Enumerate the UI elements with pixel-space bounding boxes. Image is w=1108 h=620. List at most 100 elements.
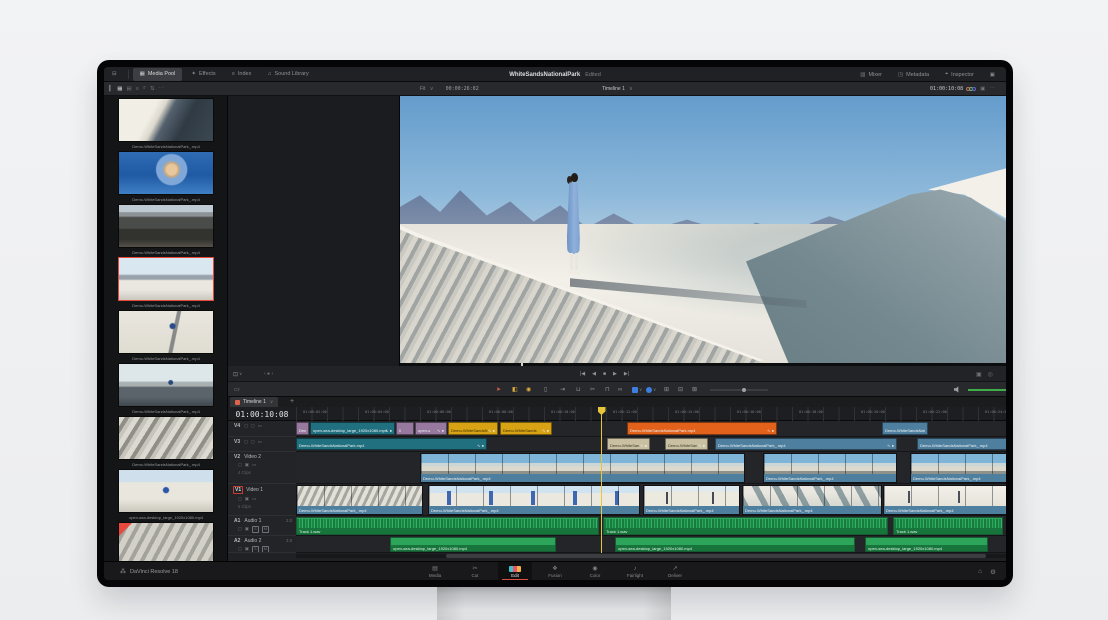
track-id-badge[interactable]: V2 [233,454,241,460]
auto-select-icon[interactable]: ◻ [251,423,255,429]
zoom-full-extent-icon[interactable]: ⊞ [664,382,669,397]
page-cut[interactable]: ✂Cut [458,562,492,580]
timeline-audio-clip[interactable]: Track 1.wav [296,517,599,535]
track-header-V2[interactable]: V2Video 2◻▣▭4 Clips [228,452,296,484]
media-pool-clip[interactable]: Demo-WhiteSandsNationalPark_.mp4 [118,363,214,414]
flag-marker-dropdown[interactable]: ∨ [632,382,642,397]
timeline-clip[interactable]: Demo-WhiteSandsNationalP [882,422,928,435]
track-id-badge[interactable]: V3 [233,439,241,445]
timeline-clip[interactable]: Demo-WhiteSandsN∿ ● [448,422,498,435]
mute-button[interactable]: M [262,526,269,533]
trim-edit-mode-tool[interactable]: ◧ [512,382,518,397]
timeline-audio-clip[interactable]: open-sea-desktop_large_1920x1080.mp4 [865,537,988,552]
media-clip-thumbnail-dunes-sel[interactable] [118,257,214,301]
lock-icon[interactable]: ◻ [244,423,248,429]
media-clip-thumbnail-portrait[interactable] [118,151,214,195]
track-lane-V1[interactable]: Demo-WhiteSandsNationalPark_.mp4∿ ●Demo-… [296,484,1006,516]
media-pool-clip[interactable]: Demo-WhiteSandsNationalPark_.mp4 [118,151,214,202]
loop-icon[interactable]: ◎ [988,371,993,378]
auto-select-icon[interactable]: ◻ [251,439,255,445]
marker-dropdown[interactable]: ∨ [646,382,656,397]
enable-video-icon[interactable]: ▭ [252,496,256,502]
razor-icon[interactable]: ✂ [590,382,595,397]
tab-panel-toggle[interactable]: ⊟ [105,68,124,81]
track-id-badge[interactable]: A1 [233,518,241,524]
media-clip-thumbnail-sunset-ridge[interactable] [118,363,214,407]
project-settings-gear-icon[interactable]: ⚙ [990,568,996,576]
tab-metadata[interactable]: ◳Metadata [891,68,936,81]
viewer-zoom-select[interactable]: Fit ∨ 00:00:26:02 [420,82,479,95]
stop-button[interactable]: ■ [603,371,606,377]
play-button[interactable]: ▶ [613,371,617,377]
blade-edit-mode-tool[interactable]: ▯ [544,382,547,397]
timeline-clip[interactable]: Demo-WhiteSandsNationalPark.mp4∿ ● [627,422,777,435]
timeline-video-clip[interactable]: Demo-WhiteSandsNationalPark_.mp4 [643,485,740,515]
timeline-audio-clip[interactable]: Track 1.wav [603,517,888,535]
track-lane-V4[interactable]: Demoopen-sea-desktop_large_1920x1080.mp4… [296,421,1006,437]
timeline-horizontal-scrollbar[interactable] [296,554,1006,558]
auto-select-icon[interactable]: ▣ [245,546,249,553]
tab-inspector[interactable]: ⌖Inspector [938,68,981,81]
timeline-video-clip[interactable]: Demo-WhiteSandsNationalPark_.mp4 [883,485,1006,515]
track-lane-V3[interactable]: Demo-WhiteSandsNationalPark.mp4∿ ● Demo-W… [296,437,1006,452]
timeline-video-clip[interactable]: Demo-WhiteSandsNationalPark_.mp4 [910,453,1006,483]
media-pool-clip[interactable]: Demo-WhiteSandsNationalPark_.mp4 [118,98,214,149]
lock-icon[interactable]: ◻ [238,526,242,533]
solo-button[interactable]: S [252,526,259,533]
track-header-A1[interactable]: A1Audio 1◻▣SM2.0 [228,516,296,536]
strip-view-icon[interactable]: ≡ [136,86,139,92]
track-id-badge[interactable]: A2 [233,538,241,544]
go-to-end-button[interactable]: ▶| [624,371,629,377]
timeline-clip[interactable]: open-sea-desktop_large_1920x1080.mp4∿ ● [310,422,395,435]
jog-control[interactable]: ‹ ● › [264,366,273,382]
lock-icon[interactable]: ◻ [238,546,242,553]
media-clip-thumbnail-walker-shadow[interactable] [118,310,214,354]
timeline-video-clip[interactable]: Demo-WhiteSandsNationalPark_.mp4 [742,485,882,515]
timeline-viewer[interactable] [400,96,1006,363]
page-media[interactable]: ▤Media [418,562,452,580]
tab-effects[interactable]: ✦Effects [184,68,222,81]
scrollbar-handle[interactable] [446,554,986,558]
search-icon[interactable]: ⌕ [143,85,146,92]
auto-select-icon[interactable]: ▣ [245,462,249,468]
clip-color-icon[interactable]: ▍ [109,86,113,92]
auto-select-icon[interactable]: ▣ [245,526,249,533]
media-pool-clip[interactable]: Demo-WhiteSandsNationalPark_.mp4 [118,257,214,308]
timeline-ruler[interactable]: 01:00:10:08 01:00:02:0001:00:04:0001:00:… [228,407,1006,421]
go-to-start-button[interactable]: |◀ [580,371,585,377]
selection-mode-tool[interactable]: ➤ [496,382,501,397]
enable-video-icon[interactable]: ▭ [258,439,262,445]
safe-area-icon[interactable]: ▣ [980,86,985,92]
media-pool-clip[interactable]: open-sea-desktop_large_1920x1080.mp4 [118,469,214,520]
timeline-video-clip[interactable]: Demo-WhiteSandsNationalPark_.mp4∿ ● [428,485,640,515]
timeline-zoom-slider[interactable] [710,389,768,391]
insert-clip-tool[interactable]: ⇥ [560,382,565,397]
media-pool-clip[interactable]: Demo-WhiteSandsNationalPark_.mp4 [118,204,214,255]
tab-mixer[interactable]: ▥Mixer [853,68,889,81]
media-clip-thumbnail-dark-dunes[interactable] [118,204,214,248]
media-pool-clip[interactable]: Demo-WhiteSandsNationalPark_.mp4 [118,310,214,361]
timeline-audio-clip[interactable]: Track 1.wav [893,517,1003,535]
timeline-clip[interactable]: Demo-WhiteSan∿ ● [665,438,708,450]
timeline-fit-icon[interactable]: ⊡∨ [233,366,242,382]
timeline-video-clip[interactable]: Demo-WhiteSandsNationalPark_.mp4 [420,453,745,483]
timeline-clip[interactable]: Demo-WhiteSandsNationalPark.mp4∿ ● [296,438,487,450]
more-icon[interactable]: ⋯ [159,86,165,92]
link-clips-icon[interactable]: ∞ [618,382,622,397]
snapping-icon[interactable]: ⊓ [605,382,610,397]
enable-video-icon[interactable]: ▭ [252,462,256,468]
mute-button[interactable]: M [262,546,269,553]
track-header-V1[interactable]: V1Video 1◻▣▭5 Clips [228,484,296,516]
timeline-tab[interactable]: Timeline 1 ∨ [230,397,278,407]
timeline-selector[interactable]: Timeline 1 ∨ [602,82,633,95]
zoom-custom-icon[interactable]: ⊠ [692,382,697,397]
timeline-view-options-icon[interactable]: ▭ [234,382,240,397]
tab-media-pool[interactable]: ▦Media Pool [133,68,183,81]
page-deliver[interactable]: ↗Deliver [658,562,692,580]
lock-icon[interactable]: ◻ [238,496,242,502]
project-manager-icon[interactable]: ⌂ [978,568,982,575]
track-id-badge[interactable]: V4 [233,423,241,429]
media-clip-thumbnail-blue-walker[interactable] [118,469,214,513]
zoom-detail-icon[interactable]: ⊟ [678,382,683,397]
timeline-clip[interactable]: Demo-WhiteSan∿ ● [607,438,650,450]
